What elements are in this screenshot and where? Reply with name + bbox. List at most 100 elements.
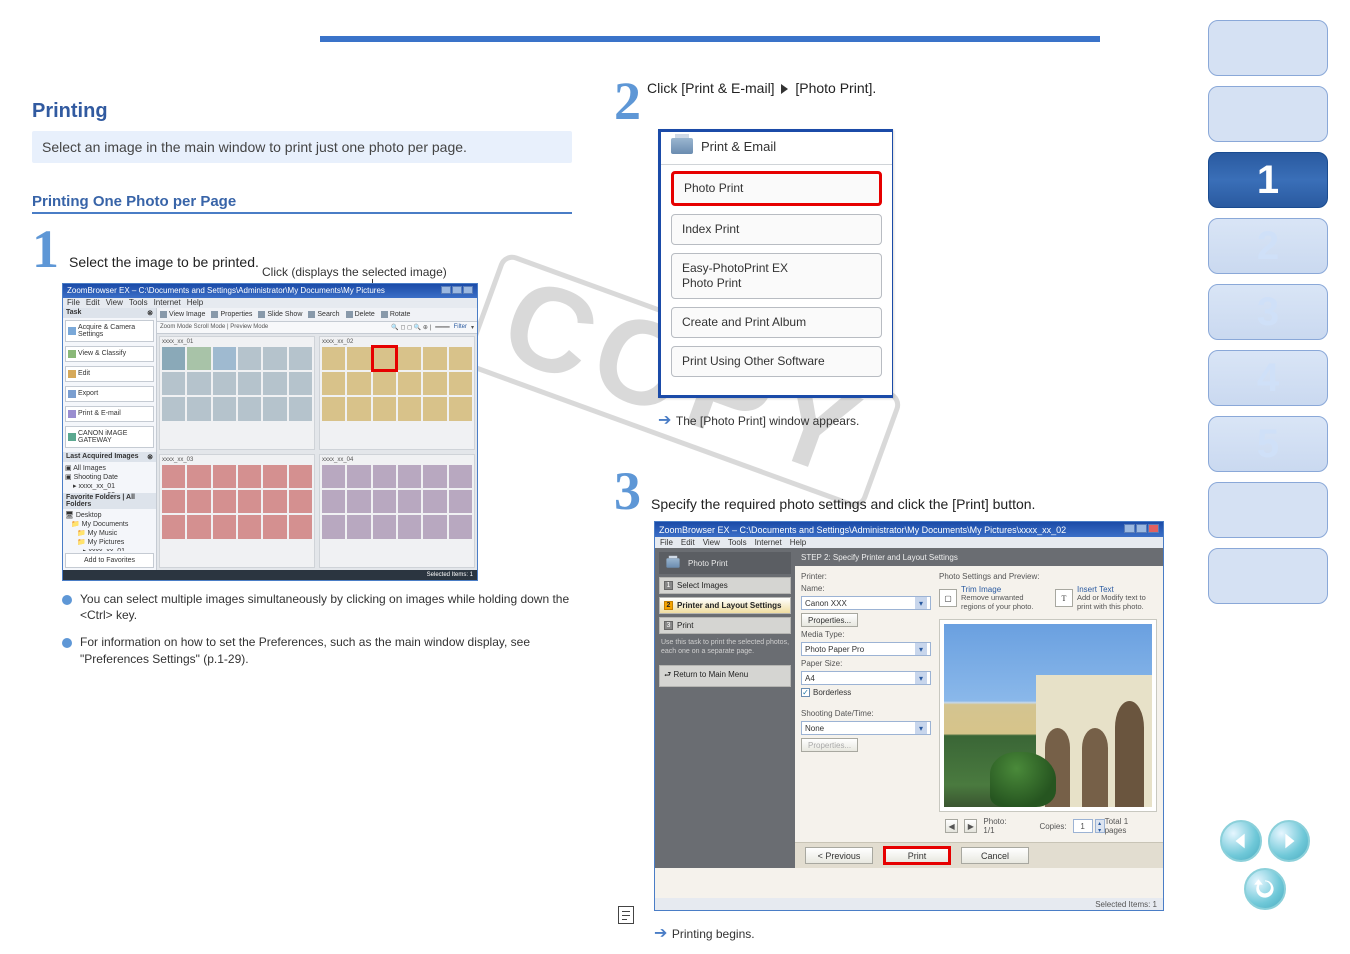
zb-statusbar: Selected Items: 1: [63, 570, 477, 580]
photo-counter: Photo: 1/1: [983, 817, 1017, 835]
preview-col: Photo Settings and Preview: ▢ Trim Image…: [939, 572, 1157, 836]
printer-properties-button[interactable]: Properties...: [801, 613, 858, 627]
window-controls[interactable]: [1123, 524, 1159, 535]
menu-header: Print & Email: [701, 139, 776, 154]
menu-other-sw[interactable]: Print Using Other Software: [671, 346, 882, 377]
zb-titlebar: ZoomBrowser EX – C:\Documents and Settin…: [63, 284, 477, 298]
shoot-date-select[interactable]: None▾: [801, 721, 931, 735]
page-bottom-icon: [618, 906, 634, 924]
trim-image-tool[interactable]: ▢ Trim ImageRemove unwanted regions of y…: [939, 585, 1041, 611]
borderless-checkbox[interactable]: ✓Borderless: [801, 688, 931, 697]
top-divider: [320, 36, 1100, 42]
menu-file[interactable]: File: [67, 298, 80, 307]
chapter-tab-blank[interactable]: .: [1208, 86, 1328, 142]
last-acq-header: Last Acquired Images: [66, 453, 139, 461]
step-3-result: ➔ Printing begins.: [654, 923, 1174, 943]
chapter-tab-4[interactable]: 4: [1208, 350, 1328, 406]
insert-text-tool[interactable]: T Insert TextAdd or Modify text to print…: [1055, 585, 1157, 611]
previous-button[interactable]: < Previous: [805, 847, 873, 864]
cancel-button[interactable]: Cancel: [961, 847, 1029, 864]
total-pages: Total 1 pages: [1105, 817, 1151, 835]
arrow-icon: [781, 84, 788, 94]
zb-menubar[interactable]: File Edit View Tools Internet Help: [63, 298, 477, 308]
zb-toolbar[interactable]: View Image Properties Slide Show Search …: [157, 308, 477, 322]
prev-page-button[interactable]: [1220, 820, 1262, 862]
menu-photo-print[interactable]: Photo Print: [671, 171, 882, 206]
selected-thumbnail[interactable]: [373, 347, 396, 370]
page-nav-controls: [1220, 820, 1310, 910]
section-intro: Select an image in the main window to pr…: [32, 131, 572, 163]
pr-step-3[interactable]: 3Print: [659, 617, 791, 634]
task-view[interactable]: View & Classify: [65, 346, 154, 362]
copies-spinner[interactable]: 1 ▴▾: [1073, 819, 1105, 833]
chapter-tab-1[interactable]: 1: [1208, 152, 1328, 208]
menu-tools[interactable]: Tools: [129, 298, 148, 307]
step-1-callout: Click (displays the selected image): [262, 265, 447, 279]
window-controls[interactable]: [440, 286, 473, 296]
pr-step-2[interactable]: 2Printer and Layout Settings: [659, 597, 791, 614]
media-type-select[interactable]: Photo Paper Pro▾: [801, 642, 931, 656]
zoombrowser-screenshot: ZoomBrowser EX – C:\Documents and Settin…: [62, 283, 478, 581]
step-3: 3 Specify the required photo settings an…: [614, 470, 1174, 943]
step-2: 2 Click [Print & E-mail] [Photo Print].: [614, 80, 1174, 123]
chapter-tab-3[interactable]: 3: [1208, 284, 1328, 340]
printer-name-select[interactable]: Canon XXX▾: [801, 596, 931, 610]
photo-print-window: ZoomBrowser EX – C:\Documents and Settin…: [654, 521, 1164, 911]
menu-view[interactable]: View: [106, 298, 123, 307]
next-photo-button[interactable]: ▶: [964, 819, 977, 833]
tip-bullet: You can select multiple images simultane…: [62, 591, 572, 625]
chapter-tab-blank[interactable]: .: [1208, 482, 1328, 538]
return-button[interactable]: [1244, 868, 1286, 910]
bullet-icon: [62, 595, 72, 605]
printer-icon: [671, 138, 693, 154]
bullet-icon: [62, 638, 72, 648]
pr-steps-pane: Photo Print 1Select Images 2Printer and …: [655, 548, 795, 868]
zb-browse-area[interactable]: xxxx_xx_01 xxxx_xx_02 xxxx_xx_03 xxxx_xx…: [157, 334, 477, 570]
menu-album[interactable]: Create and Print Album: [671, 307, 882, 338]
zb-title: ZoomBrowser EX – C:\Documents and Settin…: [67, 286, 385, 295]
pr-step-note: Use this task to print the selected phot…: [659, 637, 791, 658]
return-main-menu-button[interactable]: ⮐ Return to Main Menu: [659, 665, 791, 687]
next-page-button[interactable]: [1268, 820, 1310, 862]
step-2-result: ➔ The [Photo Print] window appears.: [658, 410, 1174, 430]
menu-edit[interactable]: Edit: [86, 298, 100, 307]
section-heading: Printing: [32, 100, 572, 123]
task-cig[interactable]: CANON iMAGE GATEWAY: [65, 426, 154, 448]
task-edit[interactable]: Edit: [65, 366, 154, 382]
zb-mode-bar[interactable]: Zoom Mode Scroll Mode | Preview Mode 🔍 ◻…: [157, 322, 477, 334]
step-2-number: 2: [614, 80, 641, 123]
pr-titlebar: ZoomBrowser EX – C:\Documents and Settin…: [655, 522, 1163, 537]
copies-label: Copies:: [1039, 822, 1066, 831]
chapter-tab-5[interactable]: 5: [1208, 416, 1328, 472]
chapter-tabs: . . 1 2 3 4 5 . .: [1208, 20, 1328, 604]
media-label: Media Type:: [801, 630, 931, 639]
task-acquire[interactable]: Acquire & Camera Settings: [65, 320, 154, 342]
chapter-tab-blank[interactable]: .: [1208, 548, 1328, 604]
add-fav-button[interactable]: Add to Favorites: [65, 553, 154, 568]
menu-index-print[interactable]: Index Print: [671, 214, 882, 245]
insert-text-icon: T: [1055, 589, 1073, 607]
print-email-menu: Print & Email Photo Print Index Print Ea…: [658, 129, 893, 398]
print-button[interactable]: Print: [883, 846, 951, 865]
paper-size-select[interactable]: A4▾: [801, 671, 931, 685]
folders-tree[interactable]: 🖥 Desktop 📁 My Documents 📁 My Music 📁 My…: [63, 509, 156, 551]
pr-footer: < Previous Print Cancel: [795, 842, 1163, 868]
step-2-text: Click [Print & E-mail] [Photo Print].: [647, 80, 876, 96]
prev-photo-button[interactable]: ◀: [945, 819, 958, 833]
preview-pager: ◀ ▶ Photo: 1/1 Copies: 1 ▴▾ Total 1: [939, 816, 1157, 836]
task-print[interactable]: Print & E-mail: [65, 406, 154, 422]
right-column: 2 Click [Print & E-mail] [Photo Print]. …: [614, 80, 1174, 943]
fav-header[interactable]: Favorite Folders | All Folders: [66, 494, 153, 508]
step-3-text: Specify the required photo settings and …: [651, 496, 1035, 512]
menu-help[interactable]: Help: [187, 298, 203, 307]
last-acq-tree[interactable]: ▣ All Images ▣ Shooting Date ▸ xxxx_xx_0…: [63, 462, 156, 493]
menu-internet[interactable]: Internet: [154, 298, 181, 307]
pr-step-1[interactable]: 1Select Images: [659, 577, 791, 594]
menu-epp-ex[interactable]: Easy-PhotoPrint EX Photo Print: [671, 253, 882, 299]
pr-menubar[interactable]: FileEditView ToolsInternetHelp: [655, 537, 1163, 548]
pr-step-bar: STEP 2: Specify Printer and Layout Setti…: [795, 548, 1163, 566]
step-3-number: 3: [614, 470, 641, 513]
task-export[interactable]: Export: [65, 386, 154, 402]
chapter-tab-2[interactable]: 2: [1208, 218, 1328, 274]
chapter-tab-blank[interactable]: .: [1208, 20, 1328, 76]
